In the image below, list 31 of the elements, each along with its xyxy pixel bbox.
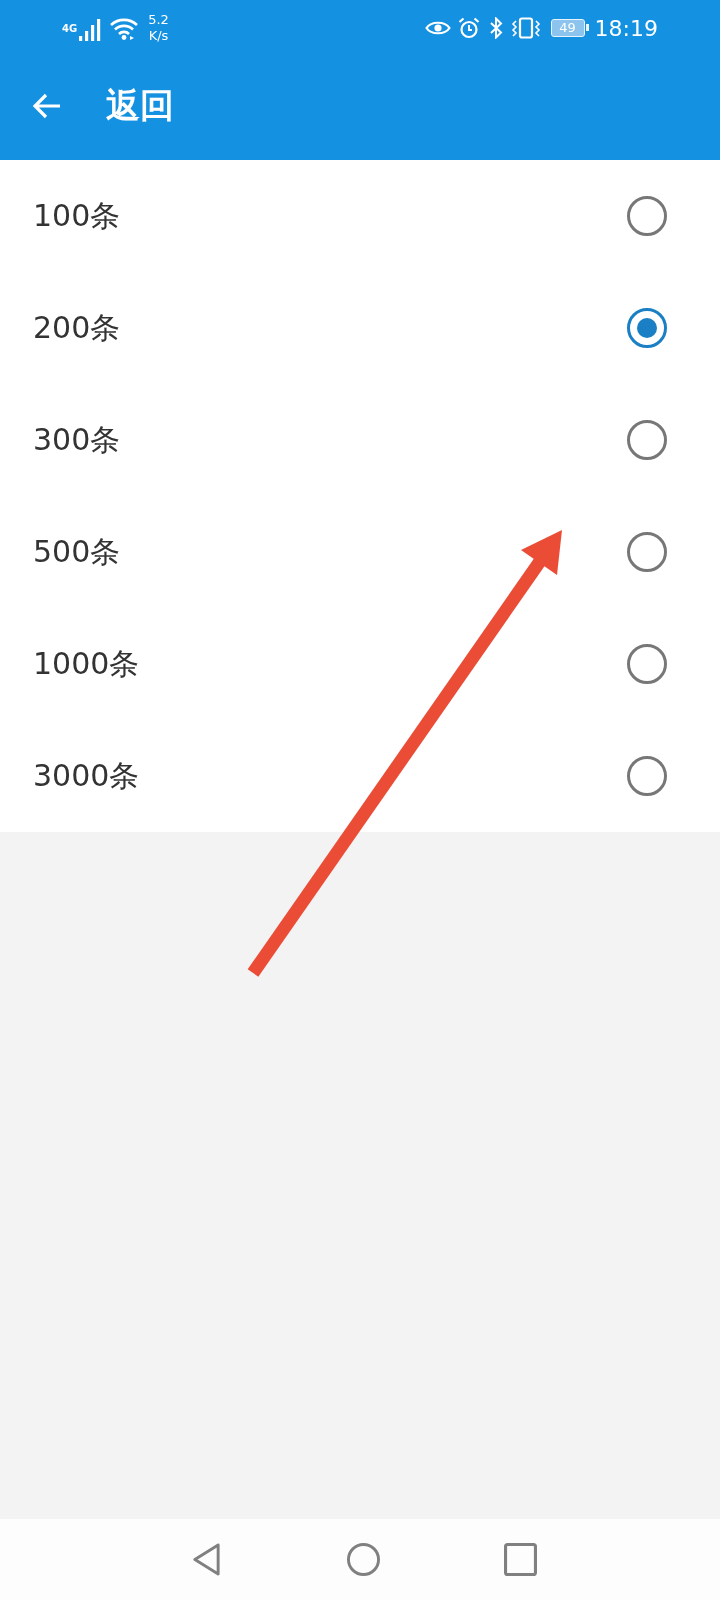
radio-button[interactable]: [627, 756, 667, 796]
radio-button[interactable]: [627, 420, 667, 460]
radio-button[interactable]: [627, 308, 667, 348]
clock-time: 18:19: [594, 15, 658, 41]
bluetooth-icon: [488, 17, 503, 39]
option-label: 3000条: [33, 756, 140, 795]
option-label: 200条: [33, 308, 121, 347]
option-label: 100条: [33, 196, 121, 235]
option-row[interactable]: 1000条: [0, 608, 720, 720]
back-triangle-icon[interactable]: [190, 1543, 223, 1576]
network-type: 4G: [62, 24, 78, 34]
radio-button[interactable]: [627, 532, 667, 572]
eye-icon: [424, 20, 451, 36]
option-label: 1000条: [33, 644, 140, 683]
recents-square-icon[interactable]: [504, 1543, 537, 1576]
radio-button[interactable]: [627, 644, 667, 684]
vibrate-icon: [510, 17, 541, 39]
network-speed: 5.2: [148, 12, 169, 28]
option-row[interactable]: 200条: [0, 272, 720, 384]
home-circle-icon[interactable]: [347, 1543, 380, 1576]
back-arrow-icon[interactable]: [32, 93, 62, 119]
option-row[interactable]: 500条: [0, 496, 720, 608]
speed-unit: K/s: [148, 28, 169, 44]
option-label: 300条: [33, 420, 121, 459]
option-row[interactable]: 100条: [0, 160, 720, 272]
radio-button[interactable]: [627, 196, 667, 236]
option-row[interactable]: 300条: [0, 384, 720, 496]
alarm-icon: [457, 17, 480, 39]
option-label: 500条: [33, 532, 121, 571]
wifi-icon: [110, 18, 139, 40]
option-row[interactable]: 3000条: [0, 720, 720, 832]
